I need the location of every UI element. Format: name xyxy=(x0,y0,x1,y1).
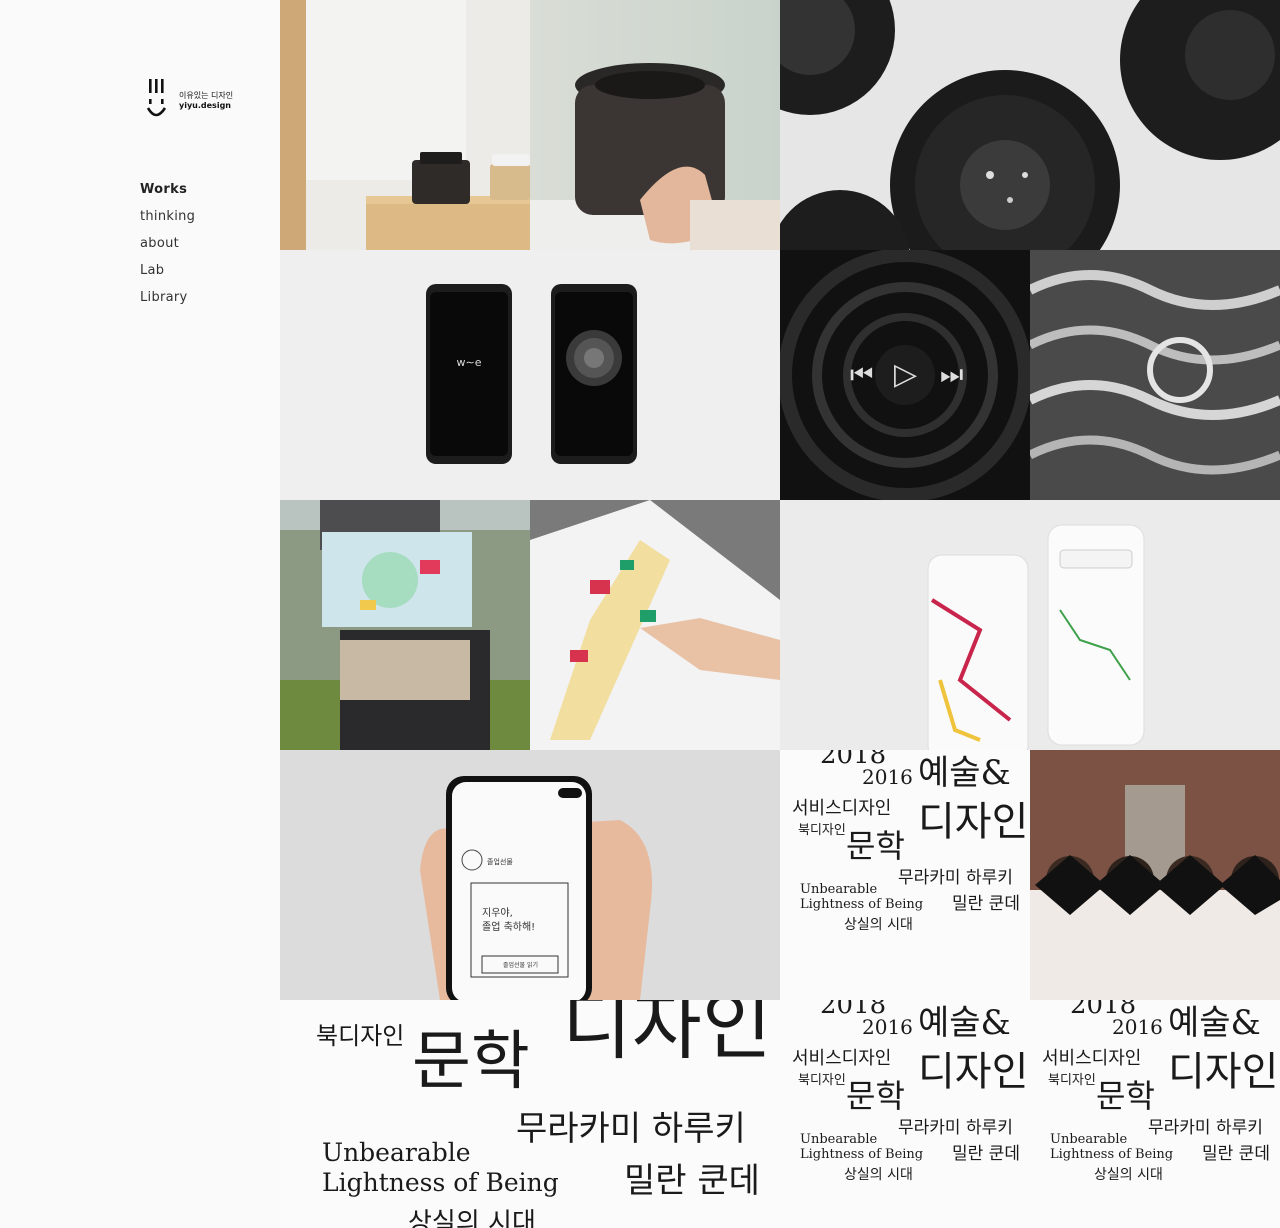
typo-literature: 문학 xyxy=(846,827,905,865)
typo-kundera: 밀란 쿤데 xyxy=(952,894,1020,914)
nav-item-thinking: thinking xyxy=(140,207,195,234)
graduates-photo-image xyxy=(1030,750,1280,1000)
typo3-book-en-1: Unbearable xyxy=(1050,1132,1128,1147)
work-tile-wave-app[interactable]: w∼e xyxy=(280,250,780,500)
map-wheelchair-image xyxy=(280,500,530,750)
prev-track-icon[interactable]: ⏮ xyxy=(850,362,873,388)
logo-text: 이유있는 디자인 yiyu.design xyxy=(179,91,233,111)
work-tile-wave-player[interactable]: ⏮ ▷ ⏭ xyxy=(780,250,1030,500)
brand-name-ko: 이유있는 디자인 xyxy=(179,91,234,100)
site-logo[interactable]: 이유있는 디자인 yiyu.design xyxy=(146,78,246,122)
map-app-phones-image xyxy=(780,500,1280,750)
typo-large-book-en-2: Lightness of Being xyxy=(322,1168,559,1197)
typo-large-book-design: 북디자인 xyxy=(316,1022,405,1050)
sidebar: 이유있는 디자인 yiyu.design Works thinking abou… xyxy=(0,0,280,1228)
typo-era: 상실의 시대 xyxy=(844,917,913,933)
graduation-message-line2: 졸업 축하해! xyxy=(482,922,536,933)
typo-book-en-1: Unbearable xyxy=(800,882,878,897)
typo-year-2016: 2016 xyxy=(862,765,913,789)
typo-large-murakami: 무라카미 하루키 xyxy=(516,1109,746,1149)
typo2-literature: 문학 xyxy=(846,1077,905,1115)
typo3-art: 예술& xyxy=(1168,1003,1261,1043)
typo3-design: 디자인 xyxy=(1168,1049,1279,1095)
nav-item-about: about xyxy=(140,234,195,261)
nav-item-lab: Lab xyxy=(140,261,195,288)
typo2-era: 상실의 시대 xyxy=(844,1167,913,1183)
speaker-bedroom-image xyxy=(280,0,530,250)
map-pointing-image xyxy=(530,500,780,750)
nav-link-thinking[interactable]: thinking xyxy=(140,209,195,224)
typo2-book-en-1: Unbearable xyxy=(800,1132,878,1147)
typo-book-design: 북디자인 xyxy=(798,823,846,838)
brand-name-en: yiyu.design xyxy=(179,101,231,110)
typo-large-design: 디자인 xyxy=(562,1000,772,1070)
work-tile-graduation-app[interactable]: 졸업선물 지우야, 졸업 축하해! 졸업선물 읽기 xyxy=(280,750,780,1000)
nav-link-lab[interactable]: Lab xyxy=(140,263,164,278)
work-tile-map-app[interactable] xyxy=(780,500,1280,750)
work-tile-typography-1[interactable]: 2018 2016 예술& 서비스디자인 북디자인 디자인 문학 무라카미 하루… xyxy=(780,750,1030,1000)
nav-item-library: Library xyxy=(140,288,195,315)
typo2-art: 예술& xyxy=(918,1003,1011,1043)
work-tile-map-wheelchair[interactable] xyxy=(280,500,530,750)
graduation-message-line1: 지우야, xyxy=(482,908,513,919)
work-tile-typography-2[interactable]: 2018 2016 예술& 서비스디자인 북디자인 디자인 문학 무라카미 하루… xyxy=(780,1000,1030,1228)
typo3-kundera: 밀란 쿤데 xyxy=(1202,1144,1270,1164)
nav-link-about[interactable]: about xyxy=(140,236,179,251)
work-tile-speaker-hand[interactable] xyxy=(530,0,780,250)
typo2-design: 디자인 xyxy=(918,1049,1029,1095)
svg-text:w∼e: w∼e xyxy=(457,356,482,369)
next-track-icon[interactable]: ⏭ xyxy=(940,362,963,388)
typo-book-en-2: Lightness of Being xyxy=(800,897,924,912)
work-tile-typography-3[interactable]: 2018 2016 예술& 서비스디자인 북디자인 디자인 문학 무라카미 하루… xyxy=(1030,1000,1280,1228)
main-nav: Works thinking about Lab Library xyxy=(140,180,195,315)
work-tile-cymatics[interactable] xyxy=(1030,250,1280,500)
typo-murakami: 무라카미 하루키 xyxy=(898,868,1013,888)
typo2-kundera: 밀란 쿤데 xyxy=(952,1144,1020,1164)
work-tile-map-pointing[interactable] xyxy=(530,500,780,750)
typo3-era: 상실의 시대 xyxy=(1094,1167,1163,1183)
typo-large-book-en-1: Unbearable xyxy=(322,1138,471,1167)
logo-mark-icon xyxy=(146,79,167,117)
wave-app-phones-image: w∼e xyxy=(280,250,780,500)
typo3-book-en-2: Lightness of Being xyxy=(1050,1147,1174,1162)
cymatics-image xyxy=(1030,250,1280,500)
typo3-literature: 문학 xyxy=(1096,1077,1155,1115)
typo-design: 디자인 xyxy=(918,799,1029,845)
graduation-read-button[interactable]: 졸업선물 읽기 xyxy=(503,960,538,969)
speakers-top-image xyxy=(780,0,1280,250)
nav-link-library[interactable]: Library xyxy=(140,290,188,305)
typo2-year-2016: 2016 xyxy=(862,1015,913,1039)
play-icon[interactable]: ▷ xyxy=(894,360,917,390)
work-tile-speakers-top[interactable] xyxy=(780,0,1280,250)
nav-item-works: Works xyxy=(140,180,195,207)
typo-large-literature: 문학 xyxy=(412,1025,530,1099)
typo3-year-2016: 2016 xyxy=(1112,1015,1163,1039)
typo2-murakami: 무라카미 하루키 xyxy=(898,1118,1013,1138)
typo3-service-design: 서비스디자인 xyxy=(1042,1048,1142,1069)
graduation-header: 졸업선물 xyxy=(487,858,513,866)
speaker-hand-image xyxy=(530,0,780,250)
typo2-book-design: 북디자인 xyxy=(798,1073,846,1088)
work-tile-typography-large[interactable]: 북디자인 디자인 문학 무라카미 하루키 Unbearable Lightnes… xyxy=(280,1000,780,1228)
typo2-service-design: 서비스디자인 xyxy=(792,1048,892,1069)
typo2-book-en-2: Lightness of Being xyxy=(800,1147,924,1162)
typo3-book-design: 북디자인 xyxy=(1048,1073,1096,1088)
work-tile-graduates-photo[interactable] xyxy=(1030,750,1280,1000)
work-tile-speaker-bedroom[interactable] xyxy=(280,0,530,250)
typo-large-kundera: 밀란 쿤데 xyxy=(624,1161,760,1201)
nav-link-works[interactable]: Works xyxy=(140,182,187,197)
typo-large-era: 상실의 시대 xyxy=(408,1208,536,1228)
typo3-murakami: 무라카미 하루키 xyxy=(1148,1118,1263,1138)
typo-art: 예술& xyxy=(918,753,1011,793)
typo-service-design: 서비스디자인 xyxy=(792,798,892,819)
works-grid: w∼e ⏮ ▷ ⏭ 졸업선물 지우야, 졸업 축하해! 졸업선물 읽기 2018… xyxy=(280,0,1280,1228)
